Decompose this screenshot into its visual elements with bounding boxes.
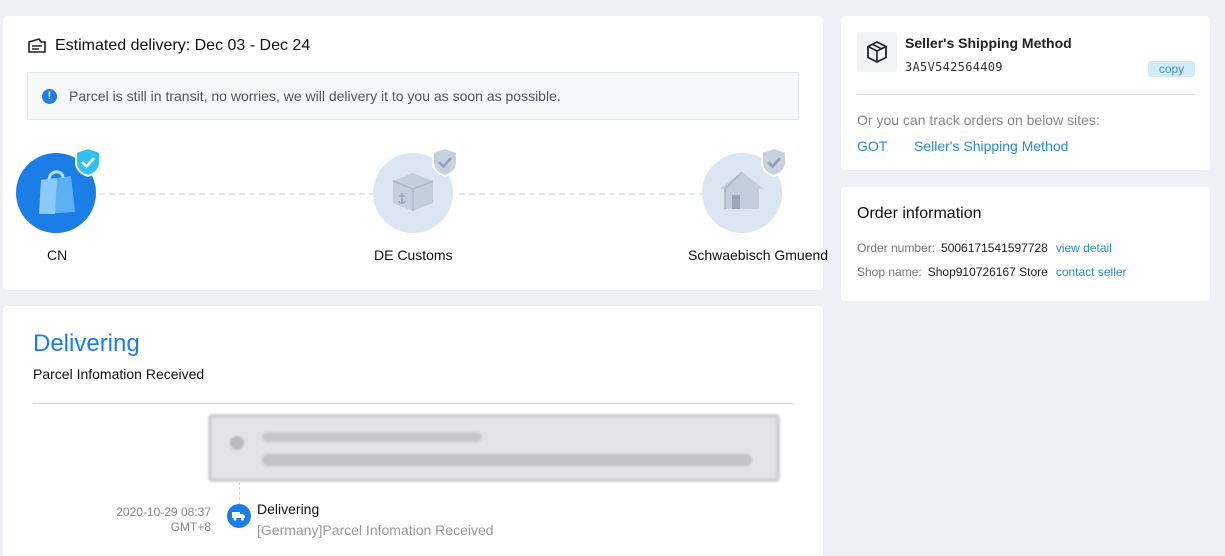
divider bbox=[857, 94, 1195, 95]
timeline-event-time: 2020-10-29 08:37 GMT+8 bbox=[116, 505, 211, 535]
check-shield-icon bbox=[74, 146, 102, 178]
contact-seller-link[interactable]: contact seller bbox=[1056, 265, 1127, 279]
transit-notice: ! Parcel is still in transit, no worries… bbox=[27, 72, 799, 120]
tracking-number: 3A5V542564409 bbox=[905, 60, 1003, 74]
info-icon: ! bbox=[42, 88, 57, 104]
check-shield-icon bbox=[431, 146, 459, 178]
shopping-bag-icon bbox=[33, 166, 79, 221]
status-card: Delivering Parcel Infomation Received 20… bbox=[3, 306, 823, 556]
transit-notice-text: Parcel is still in transit, no worries, … bbox=[69, 88, 561, 104]
stage-origin-node bbox=[16, 146, 101, 233]
order-info-card: Order information Order number: 50061715… bbox=[841, 187, 1210, 301]
timeline-event-title: Delivering bbox=[257, 501, 320, 517]
track-site-link-got[interactable]: GOT bbox=[857, 138, 887, 154]
progress-connector bbox=[459, 193, 705, 195]
order-info-title: Order information bbox=[857, 205, 982, 222]
shop-name-value: Shop910726167 Store bbox=[927, 265, 1048, 279]
check-shield-icon bbox=[760, 146, 788, 178]
copy-tracking-button[interactable]: copy bbox=[1148, 61, 1195, 77]
blurred-tracking-event bbox=[208, 414, 780, 482]
estimated-delivery-text: Estimated delivery: Dec 03 - Dec 24 bbox=[55, 37, 311, 54]
stage-label: DE Customs bbox=[374, 247, 453, 263]
order-number-row: Order number: 5006171541597728 view deta… bbox=[857, 241, 1112, 255]
delivery-truck-icon bbox=[27, 36, 47, 56]
stage-destination-node bbox=[702, 146, 787, 233]
status-subtitle: Parcel Infomation Received bbox=[33, 366, 205, 382]
track-site-link-seller[interactable]: Seller's Shipping Method bbox=[914, 138, 1068, 154]
shop-name-label: Shop name: bbox=[857, 265, 922, 279]
shop-name-row: Shop name: Shop910726167 Store contact s… bbox=[857, 265, 1127, 279]
delivery-progress-card: Estimated delivery: Dec 03 - Dec 24 ! Pa… bbox=[3, 16, 828, 290]
estimated-delivery-row: Estimated delivery: Dec 03 - Dec 24 bbox=[27, 36, 310, 56]
stage-label: Schwaebisch Gmuend bbox=[688, 247, 829, 263]
timeline-event-date: 2020-10-29 08:37 bbox=[116, 505, 211, 519]
progress-connector bbox=[99, 193, 375, 195]
order-number-value: 5006171541597728 bbox=[941, 241, 1048, 255]
timeline-event-timezone: GMT+8 bbox=[170, 520, 211, 534]
order-number-label: Order number: bbox=[857, 241, 936, 255]
customs-box-icon bbox=[389, 169, 437, 218]
divider bbox=[33, 403, 793, 404]
stage-label: CN bbox=[47, 247, 68, 263]
stage-customs-node bbox=[373, 146, 458, 233]
shipping-method-name: Seller's Shipping Method bbox=[905, 35, 1072, 51]
view-detail-link[interactable]: view detail bbox=[1056, 241, 1112, 255]
package-icon bbox=[857, 32, 897, 72]
delivery-truck-icon bbox=[227, 504, 251, 528]
track-sites-note: Or you can track orders on below sites: bbox=[857, 112, 1100, 128]
status-title: Delivering bbox=[33, 330, 140, 357]
shipping-method-card: Seller's Shipping Method 3A5V542564409 c… bbox=[841, 16, 1210, 170]
timeline-event-detail: [Germany]Parcel Infomation Received bbox=[257, 522, 494, 538]
